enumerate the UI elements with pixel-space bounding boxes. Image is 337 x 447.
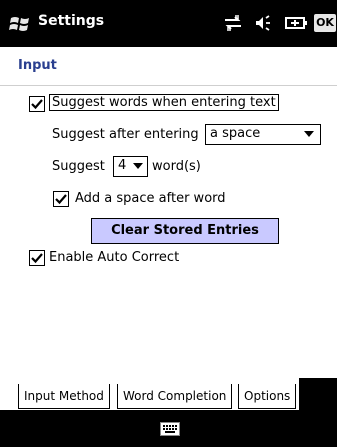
windows-logo-icon[interactable]	[9, 14, 31, 34]
tab-options[interactable]: Options	[238, 384, 297, 409]
add-space-checkbox[interactable]	[53, 191, 69, 207]
connectivity-icon[interactable]	[222, 13, 244, 33]
auto-correct-label[interactable]: Enable Auto Correct	[49, 250, 179, 265]
chevron-down-icon	[304, 131, 314, 137]
suggest-words-row[interactable]: Suggest words when entering text	[49, 94, 279, 111]
chevron-down-icon	[133, 163, 143, 169]
title-bar: Settings OK	[0, 0, 337, 47]
tab-strip-filler	[299, 378, 337, 410]
suggest-count-value: 4	[118, 158, 127, 173]
tab-word-completion[interactable]: Word Completion	[117, 384, 233, 409]
suggest-count-select[interactable]: 4	[113, 156, 148, 177]
page-header: Input	[0, 47, 337, 86]
suggest-after-select[interactable]: a space	[205, 124, 321, 145]
app-title: Settings	[38, 13, 105, 29]
tab-input-method[interactable]: Input Method	[18, 384, 110, 409]
page-title: Input	[18, 58, 57, 73]
ok-button[interactable]: OK	[314, 14, 336, 32]
battery-icon[interactable]	[284, 13, 308, 33]
suggest-words-checkbox[interactable]	[29, 96, 45, 112]
clear-stored-entries-button[interactable]: Clear Stored Entries	[91, 218, 279, 244]
suggest-after-label: Suggest after entering	[52, 127, 199, 142]
auto-correct-checkbox[interactable]	[29, 250, 45, 266]
words-label: word(s)	[152, 159, 201, 174]
suggest-after-value: a space	[210, 126, 261, 141]
checkmark-icon	[31, 99, 43, 110]
suggest-words-label[interactable]: Suggest words when entering text	[49, 94, 279, 111]
suggest-label: Suggest	[52, 159, 105, 174]
keyboard-icon[interactable]	[160, 422, 180, 436]
add-space-label[interactable]: Add a space after word	[75, 191, 226, 206]
checkmark-icon	[55, 194, 67, 205]
volume-icon[interactable]	[253, 13, 273, 33]
checkmark-icon	[31, 253, 43, 264]
